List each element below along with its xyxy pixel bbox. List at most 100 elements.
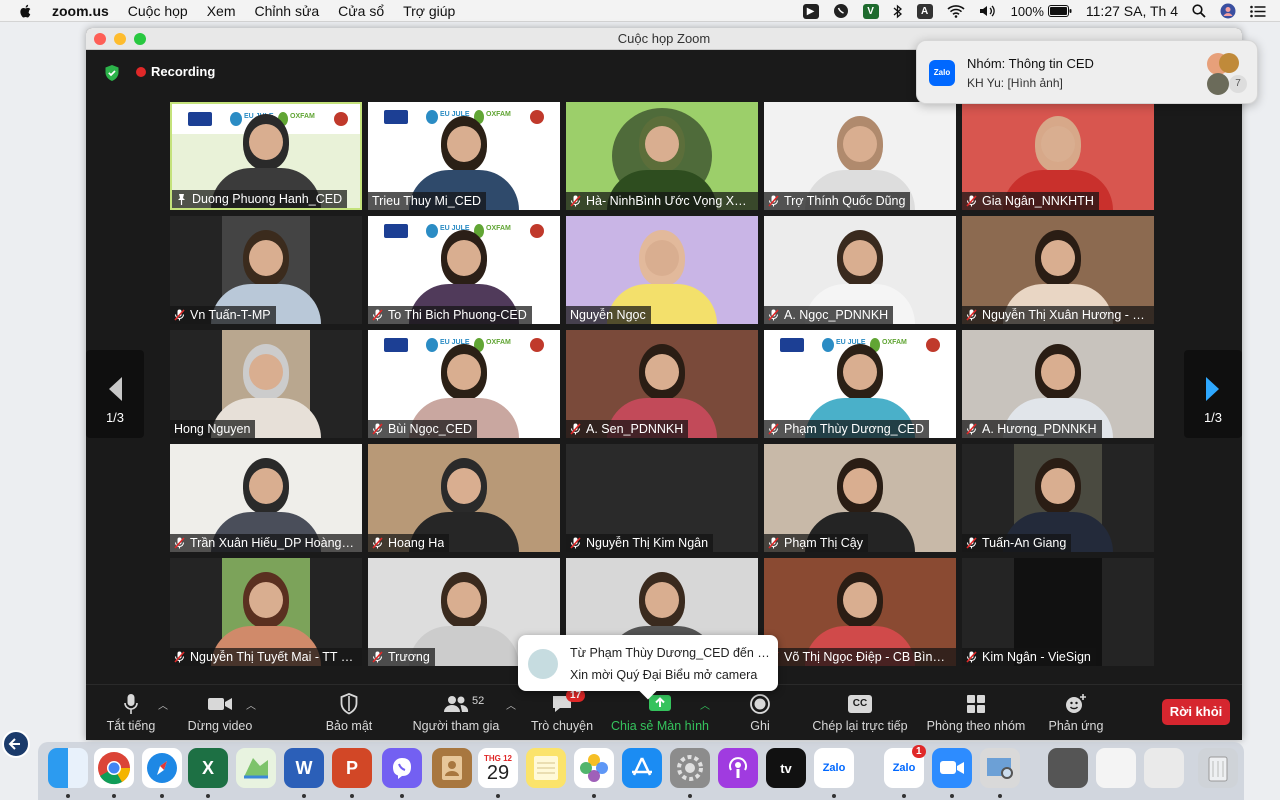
photos-icon[interactable] (574, 748, 614, 788)
participant-tile[interactable]: EU JULE OXFAM Phạm Thùy Dương_CED (764, 330, 956, 438)
video-options-chevron-icon[interactable]: ︿ (246, 697, 256, 712)
zoom-video-tray-icon[interactable]: ▶ (802, 3, 819, 19)
leave-meeting-button[interactable]: Rời khỏi (1162, 699, 1230, 725)
security-button[interactable]: Bảo mật (322, 693, 376, 733)
recording-indicator[interactable]: Recording (136, 64, 215, 79)
menu-window[interactable]: Cửa sổ (338, 3, 384, 19)
participant-tile[interactable]: Hong Nguyen (170, 330, 362, 438)
audio-options-chevron-icon[interactable]: ︿ (158, 697, 168, 712)
participant-tile[interactable]: Võ Thị Ngọc Điệp - CB Bình Thuận (764, 558, 956, 666)
trash-icon[interactable] (1198, 748, 1238, 788)
stop-video-button[interactable]: Dừng video (186, 693, 254, 733)
share-screen-button[interactable]: Chia sẻ Màn hình (610, 693, 710, 733)
participant-tile[interactable]: Nguyễn Thị Xuân Hương - TT HT... (962, 216, 1154, 324)
participant-tile[interactable]: Hoang Ha (368, 444, 560, 552)
menu-edit[interactable]: Chỉnh sửa (255, 3, 320, 19)
battery-icon[interactable] (1047, 5, 1072, 17)
group-avatar (1219, 53, 1239, 73)
previous-page-button[interactable]: 1/3 (86, 350, 144, 438)
contacts-icon[interactable] (432, 748, 472, 788)
live-transcript-button[interactable]: CC Chép lại trực tiếp (808, 693, 912, 733)
participant-tile[interactable]: Tuấn-An Giang (962, 444, 1154, 552)
participant-tile[interactable]: EU JULE OXFAM Bùi Ngọc_CED (368, 330, 560, 438)
zalo-notification[interactable]: Zalo Nhóm: Thông tin CED KH Yu: [Hình ản… (916, 40, 1258, 104)
powerpoint-icon[interactable]: P (332, 748, 372, 788)
back-arrow-icon[interactable] (2, 730, 30, 758)
participant-tile[interactable]: Trợ Thính Quốc Dũng (764, 102, 956, 210)
notification-center-icon[interactable] (1250, 5, 1266, 18)
recent-window-thumbnail[interactable] (1048, 748, 1088, 788)
menu-help[interactable]: Trợ giúp (403, 3, 455, 19)
menubar-clock[interactable]: 11:27 SA, Th 4 (1086, 3, 1178, 19)
recent-window-thumbnail[interactable] (1096, 748, 1136, 788)
mute-button[interactable]: Tắt tiếng (104, 693, 158, 733)
participant-tile[interactable]: A. Ngọc_PDNNKH (764, 216, 956, 324)
menu-meeting[interactable]: Cuộc họp (128, 3, 188, 19)
system-preferences-icon[interactable] (670, 748, 710, 788)
chevron-right-icon (1206, 377, 1219, 401)
apple-tv-icon[interactable]: tv (766, 748, 806, 788)
user-avatar-icon[interactable] (1220, 3, 1236, 19)
bluetooth-icon[interactable] (893, 4, 903, 19)
next-page-button[interactable]: 1/3 (1184, 350, 1242, 438)
participant-tile[interactable]: Kim Ngân - VieSign (962, 558, 1154, 666)
participant-tile[interactable]: Vn Tuấn-T-MP (170, 216, 362, 324)
participants-options-chevron-icon[interactable]: ︿ (506, 697, 516, 712)
maps-icon[interactable] (236, 748, 276, 788)
volume-icon[interactable] (979, 4, 997, 18)
participant-name-label: A. Sen_PDNNKH (566, 420, 689, 438)
menu-app-name[interactable]: zoom.us (52, 3, 109, 19)
chat-message-popup[interactable]: Từ Phạm Thùy Dương_CED đến mọi người Xin… (518, 635, 778, 700)
minimize-window-button[interactable] (114, 33, 126, 45)
notification-title: Nhóm: Thông tin CED (967, 56, 1094, 71)
viber-icon[interactable] (382, 748, 422, 788)
share-options-chevron-icon[interactable]: ︿ (700, 697, 710, 712)
fullscreen-window-button[interactable] (134, 33, 146, 45)
notes-icon[interactable] (526, 748, 566, 788)
vpn-tray-icon[interactable]: V (862, 3, 879, 19)
participant-tile[interactable]: Trần Xuân Hiếu_DP Hoàng Mai (170, 444, 362, 552)
participant-tile[interactable]: Nguyễn Thị Kim Ngân (566, 444, 758, 552)
calendar-icon[interactable]: THG 12 29 (478, 748, 518, 788)
preview-icon[interactable] (980, 748, 1020, 788)
participant-tile[interactable]: Nguyễn Thị Tuyết Mai - TT HTPT (170, 558, 362, 666)
word-icon[interactable]: W (284, 748, 324, 788)
zoom-dock-icon[interactable] (932, 748, 972, 788)
input-source-icon[interactable]: A (916, 3, 933, 19)
participant-tile[interactable]: Hà- NinhBình Ước Vọng Xanh (566, 102, 758, 210)
viber-tray-icon[interactable] (833, 3, 849, 19)
excel-icon[interactable]: X (188, 748, 228, 788)
chrome-icon[interactable] (94, 748, 134, 788)
record-button[interactable]: Ghi (740, 693, 780, 733)
recent-window-thumbnail[interactable] (1144, 748, 1184, 788)
participant-tile[interactable]: A. Sen_PDNNKH (566, 330, 758, 438)
breakout-rooms-icon (967, 695, 985, 713)
zalo-dock-icon[interactable]: Zalo (814, 748, 854, 788)
participant-tile[interactable]: Phạm Thị Cậy (764, 444, 956, 552)
participant-tile[interactable]: EU JULEOXFAMDuong Phuong Hanh_CED (170, 102, 362, 210)
finder-icon[interactable] (48, 748, 88, 788)
muted-microphone-icon (570, 423, 581, 435)
breakout-rooms-button[interactable]: Phòng theo nhóm (924, 693, 1028, 733)
spotlight-search-icon[interactable] (1192, 4, 1206, 18)
safari-icon[interactable] (142, 748, 182, 788)
running-indicator (66, 794, 70, 798)
participant-tile[interactable]: A. Hương_PDNNKH (962, 330, 1154, 438)
apple-logo-icon[interactable] (18, 3, 34, 19)
participant-tile[interactable]: EU JULE OXFAM Trieu Thuy Mi_CED (368, 102, 560, 210)
chat-button[interactable]: Trò chuyện (530, 693, 594, 733)
participant-tile[interactable]: Gia Ngân_NNKHTH (962, 102, 1154, 210)
participant-tile[interactable]: Nguyễn Ngọc (566, 216, 758, 324)
muted-microphone-icon (570, 195, 581, 207)
meeting-toolbar: Tắt tiếng ︿ Dừng video ︿ Bảo mật 52 Ngườ… (86, 684, 1242, 740)
participant-tile[interactable]: EU JULE OXFAM To Thi Bich Phuong-CED (368, 216, 560, 324)
close-window-button[interactable] (94, 33, 106, 45)
podcasts-icon[interactable] (718, 748, 758, 788)
encryption-shield-icon[interactable] (104, 64, 120, 82)
wifi-icon[interactable] (947, 4, 965, 18)
reactions-button[interactable]: Phản ứng (1044, 693, 1108, 733)
menu-view[interactable]: Xem (207, 3, 236, 19)
app-store-icon[interactable] (622, 748, 662, 788)
participants-button[interactable]: 52 Người tham gia (412, 693, 500, 733)
muted-microphone-icon (966, 309, 977, 321)
